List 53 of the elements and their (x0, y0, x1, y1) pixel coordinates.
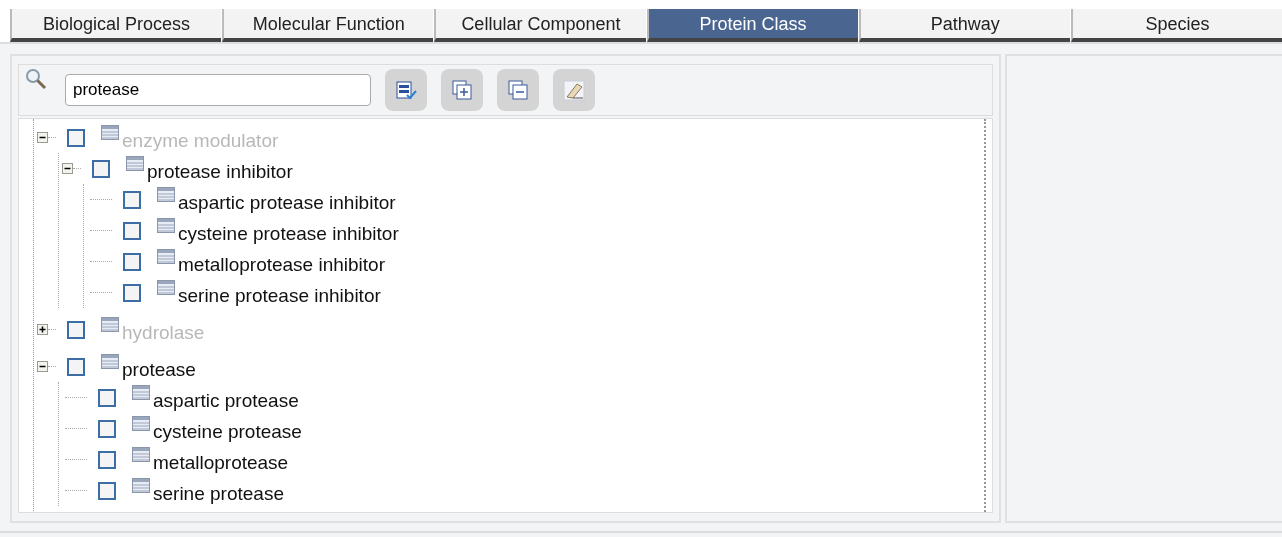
expand-icon[interactable] (37, 324, 48, 335)
checkbox[interactable] (98, 419, 116, 438)
checkbox[interactable] (98, 481, 116, 500)
table-icon (101, 125, 119, 140)
table-icon (132, 416, 150, 431)
tree-item-label[interactable]: protease (122, 358, 196, 381)
table-icon (157, 187, 175, 202)
tab[interactable]: Pathway (858, 9, 1070, 42)
tab[interactable]: Cellular Component (434, 9, 646, 42)
checkbox[interactable] (67, 320, 85, 339)
collapse-icon[interactable] (37, 361, 48, 372)
table-icon (101, 354, 119, 369)
tree-item-label[interactable]: aspartic protease (153, 389, 299, 412)
checkbox[interactable] (123, 190, 141, 209)
collapse-icon[interactable] (37, 132, 48, 143)
tree-item-label[interactable]: cysteine protease inhibitor (178, 222, 399, 245)
tree-item-label[interactable]: metalloprotease inhibitor (178, 253, 385, 276)
eraser-icon (563, 79, 585, 101)
checkbox[interactable] (67, 128, 85, 147)
checkbox[interactable] (92, 159, 110, 178)
checklist-icon (395, 79, 417, 101)
checkbox[interactable] (123, 252, 141, 271)
table-icon (126, 156, 144, 171)
checkbox[interactable] (98, 450, 116, 469)
table-icon (132, 447, 150, 462)
tree-item-label[interactable]: serine protease inhibitor (178, 284, 381, 307)
checkbox[interactable] (123, 283, 141, 302)
expand-all-icon (451, 79, 473, 101)
table-icon (132, 385, 150, 400)
tree-item-label[interactable]: aspartic protease inhibitor (178, 191, 396, 214)
check-selection-button[interactable] (385, 69, 427, 111)
table-icon (132, 478, 150, 493)
table-icon (101, 317, 119, 332)
collapse-all-icon (507, 79, 529, 101)
checkbox[interactable] (123, 221, 141, 240)
tab[interactable]: Protein Class (646, 9, 858, 42)
tab[interactable]: Biological Process (10, 9, 222, 42)
checkbox[interactable] (67, 357, 85, 376)
search-icon (25, 68, 47, 90)
checkbox[interactable] (98, 388, 116, 407)
collapse-icon[interactable] (62, 163, 73, 174)
tab[interactable]: Species (1070, 9, 1282, 42)
search-field[interactable]: protease (65, 74, 371, 106)
table-icon (157, 249, 175, 264)
tree-item-label[interactable]: cysteine protease (153, 420, 302, 443)
tree-item-label[interactable]: serine protease (153, 482, 284, 505)
table-icon (157, 280, 175, 295)
expand-all-button[interactable] (441, 69, 483, 111)
tree-item-label[interactable]: metalloprotease (153, 451, 289, 474)
tab[interactable]: Molecular Function (222, 9, 434, 42)
tree-item-label[interactable]: protease inhibitor (147, 160, 293, 183)
table-icon (157, 218, 175, 233)
collapse-all-button[interactable] (497, 69, 539, 111)
